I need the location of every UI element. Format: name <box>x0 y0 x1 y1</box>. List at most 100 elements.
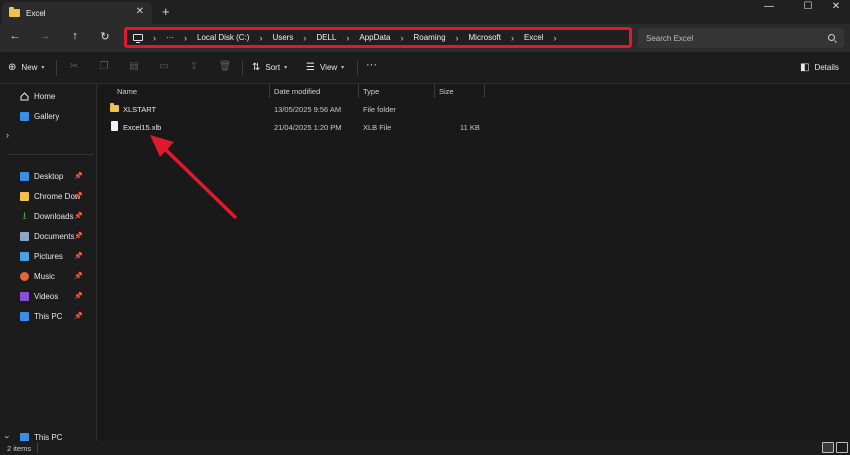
sidebar-item-home[interactable]: Home <box>0 87 96 105</box>
refresh-button[interactable]: ↻ <box>97 30 113 43</box>
tiles-view-icon[interactable] <box>836 442 848 453</box>
sidebar-item-chrome-downloads[interactable]: Chrome Dow 📌 <box>0 187 96 205</box>
sidebar-item-label: Gallery <box>34 111 60 121</box>
breadcrumb-excel[interactable]: Excel <box>524 33 544 42</box>
monitor-icon <box>20 311 29 321</box>
breadcrumb-users[interactable]: Users <box>272 33 293 42</box>
sidebar-item-downloads[interactable]: ⭳ Downloads 📌 <box>0 207 96 225</box>
gallery-icon <box>20 111 29 121</box>
new-button[interactable]: ⊕ New ▾ <box>8 62 44 73</box>
search-box[interactable] <box>638 28 844 48</box>
monitor-icon <box>133 34 143 43</box>
title-bar: Excel ✕ + — ☐ ✕ <box>0 0 850 24</box>
column-header-type[interactable]: Type <box>363 84 379 98</box>
column-divider[interactable] <box>269 84 270 98</box>
column-header-date[interactable]: Date modified <box>274 84 320 98</box>
search-icon[interactable] <box>828 34 835 41</box>
pin-icon[interactable]: 📌 <box>74 212 83 220</box>
copy-icon[interactable]: ❐ <box>97 61 111 72</box>
sidebar-item-this-pc-pinned[interactable]: This PC 📌 <box>0 307 96 325</box>
documents-icon <box>20 231 29 241</box>
file-row-excel15[interactable]: Excel15.xlb 21/04/2025 1:20 PM XLB File … <box>98 118 850 136</box>
chevron-down-icon: ▾ <box>41 65 45 71</box>
chevron-right-icon[interactable]: › <box>303 33 306 43</box>
sidebar-item-label: Home <box>34 91 56 101</box>
file-row-xlstart[interactable]: XLSTART 13/05/2025 9:56 AM File folder <box>98 100 850 118</box>
navigation-pane: Home Gallery › Desktop 📌 Chrome Dow 📌 ⭳ … <box>0 84 97 442</box>
sort-button[interactable]: ⇅ Sort ▾ <box>252 62 287 73</box>
up-button[interactable]: ↑ <box>67 30 83 42</box>
sidebar-item-label: Desktop <box>34 171 64 181</box>
sidebar-item-documents[interactable]: Documents 📌 <box>0 227 96 245</box>
chevron-right-icon[interactable]: › <box>184 33 187 43</box>
pin-icon[interactable]: 📌 <box>74 312 83 320</box>
close-tab-icon[interactable]: ✕ <box>136 6 144 17</box>
item-count: 2 items <box>7 444 32 453</box>
pin-icon[interactable]: 📌 <box>74 172 83 180</box>
pin-icon[interactable]: 📌 <box>74 292 83 300</box>
breadcrumb-appdata[interactable]: AppData <box>359 33 390 42</box>
folder-icon <box>110 103 119 112</box>
rename-icon[interactable]: ▭ <box>157 61 171 72</box>
chevron-right-icon[interactable]: › <box>259 33 262 43</box>
details-view-icon[interactable] <box>822 442 834 453</box>
tab-excel[interactable]: Excel ✕ <box>2 2 152 24</box>
delete-icon[interactable]: 🗑 <box>218 61 232 72</box>
expand-chevron-icon[interactable]: › <box>3 436 13 439</box>
sidebar-item-label: Documents <box>34 231 75 241</box>
more-options-button[interactable]: ··· <box>366 59 377 71</box>
expand-chevron-icon[interactable]: › <box>6 130 9 140</box>
sidebar-item-music[interactable]: Music 📌 <box>0 267 96 285</box>
sidebar-item-label: Videos <box>34 291 59 301</box>
breadcrumb-dell[interactable]: DELL <box>316 33 336 42</box>
forward-button[interactable]: → <box>37 30 53 42</box>
column-header-size[interactable]: Size <box>439 84 454 98</box>
sidebar-item-gallery[interactable]: Gallery <box>0 107 96 125</box>
sidebar-item-videos[interactable]: Videos 📌 <box>0 287 96 305</box>
search-input[interactable] <box>638 28 818 48</box>
cut-icon[interactable]: ✂ <box>67 61 81 72</box>
breadcrumb-local-disk[interactable]: Local Disk (C:) <box>197 33 249 42</box>
back-button[interactable]: ← <box>7 30 23 42</box>
pin-icon[interactable]: 📌 <box>74 252 83 260</box>
file-date: 21/04/2025 1:20 PM <box>274 123 342 132</box>
chevron-right-icon[interactable]: › <box>346 33 349 43</box>
chevron-right-icon[interactable]: › <box>401 33 404 43</box>
breadcrumb-microsoft[interactable]: Microsoft <box>469 33 501 42</box>
details-pane-icon: ◧ <box>800 62 810 73</box>
sidebar-item-pictures[interactable]: Pictures 📌 <box>0 247 96 265</box>
pin-icon[interactable]: 📌 <box>74 272 83 280</box>
column-divider[interactable] <box>358 84 359 98</box>
chevron-right-icon[interactable]: › <box>456 33 459 43</box>
paste-icon[interactable]: ▤ <box>127 61 141 72</box>
pin-icon[interactable]: 📌 <box>74 192 83 200</box>
divider <box>37 443 38 453</box>
minimize-button[interactable]: — <box>759 1 779 12</box>
new-tab-button[interactable]: + <box>162 4 170 19</box>
pin-icon[interactable]: 📌 <box>74 232 83 240</box>
column-header-name[interactable]: Name <box>117 84 137 98</box>
breadcrumb-more-icon[interactable]: ··· <box>166 33 174 42</box>
share-icon[interactable]: ⇪ <box>187 61 201 72</box>
chevron-right-icon[interactable]: › <box>511 33 514 43</box>
chevron-right-icon[interactable]: › <box>554 33 557 43</box>
column-divider[interactable] <box>484 84 485 98</box>
chevron-right-icon[interactable]: › <box>153 33 156 43</box>
divider <box>56 60 57 76</box>
close-window-button[interactable]: ✕ <box>826 1 846 12</box>
column-divider[interactable] <box>434 84 435 98</box>
desktop-icon <box>20 171 29 181</box>
chevron-down-icon: ▾ <box>284 65 288 71</box>
sidebar-item-desktop[interactable]: Desktop 📌 <box>0 167 96 185</box>
view-button[interactable]: ☰ View ▾ <box>306 62 344 73</box>
file-size: 11 KB <box>460 123 480 132</box>
divider <box>8 154 94 155</box>
view-list-icon: ☰ <box>306 62 315 73</box>
maximize-button[interactable]: ☐ <box>798 1 818 12</box>
address-bar[interactable]: › ··· › Local Disk (C:) › Users › DELL ›… <box>124 27 632 48</box>
details-button[interactable]: ◧ Details <box>800 62 839 73</box>
breadcrumb-roaming[interactable]: Roaming <box>414 33 446 42</box>
sidebar-item-label: This PC <box>34 311 63 321</box>
file-name: XLSTART <box>123 105 157 114</box>
divider <box>357 60 358 76</box>
